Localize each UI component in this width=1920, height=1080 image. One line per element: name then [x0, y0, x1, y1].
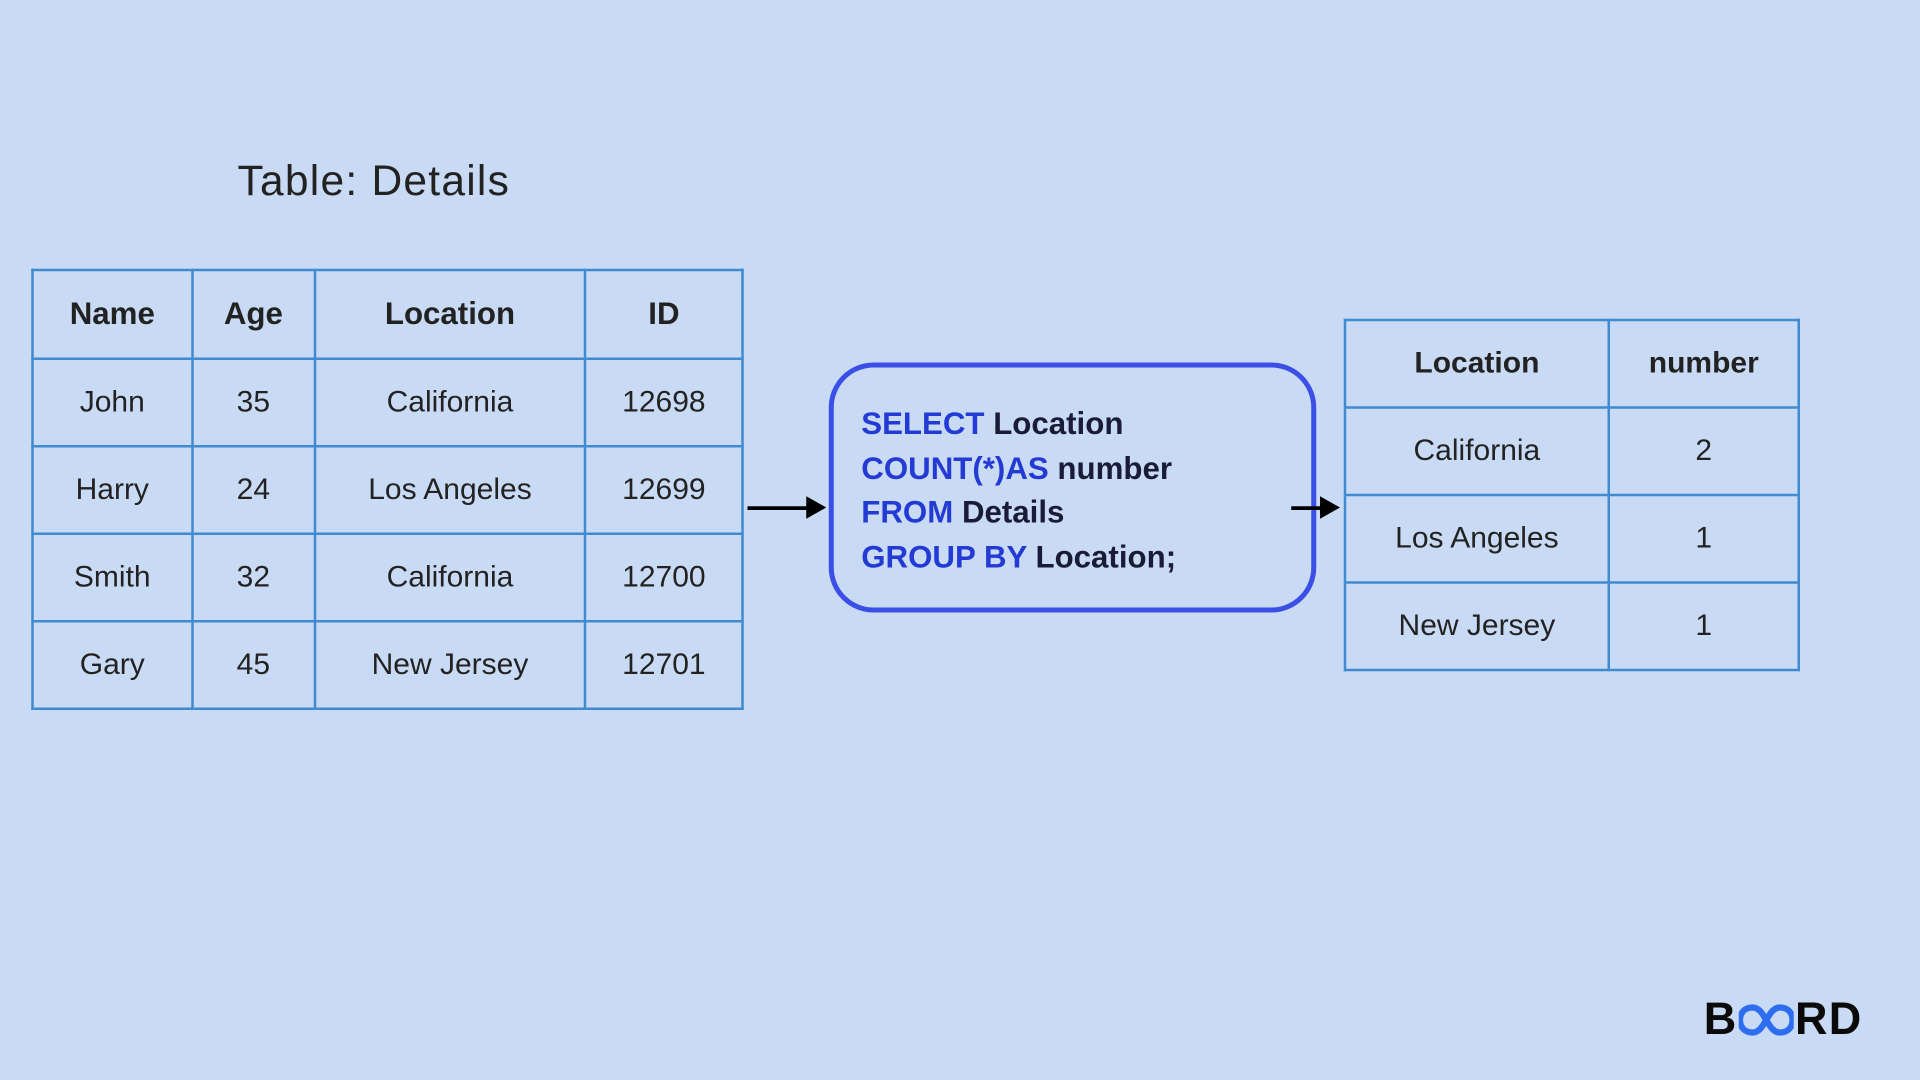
sql-line: FROM Details — [861, 491, 1286, 535]
col-id: ID — [585, 270, 742, 359]
sql-keyword: COUNT(*)AS — [861, 451, 1049, 486]
sql-text: number — [1049, 451, 1172, 486]
sql-keyword: GROUP BY — [861, 539, 1027, 574]
cell: California — [315, 534, 586, 622]
page-title: Table: Details — [238, 158, 511, 207]
brand-part2: RD — [1795, 993, 1863, 1046]
sql-line: COUNT(*)AS number — [861, 447, 1286, 491]
cell: California — [315, 359, 586, 447]
table-row: Gary 45 New Jersey 12701 — [33, 621, 743, 709]
col-location: Location — [315, 270, 586, 359]
cell: 12700 — [585, 534, 742, 622]
brand-logo: B RD — [1704, 993, 1863, 1046]
cell: New Jersey — [1345, 583, 1609, 671]
cell: John — [33, 359, 193, 447]
col-age: Age — [192, 270, 315, 359]
col-number: number — [1609, 320, 1799, 408]
cell: California — [1345, 408, 1609, 496]
cell: 1 — [1609, 495, 1799, 583]
sql-text: Location; — [1027, 539, 1176, 574]
infinity-icon — [1739, 1004, 1794, 1037]
sql-query-box: SELECT Location COUNT(*)AS number FROM D… — [829, 363, 1317, 613]
cell: Smith — [33, 534, 193, 622]
cell: 1 — [1609, 583, 1799, 671]
cell: Los Angeles — [1345, 495, 1609, 583]
cell: New Jersey — [315, 621, 586, 709]
cell: 12699 — [585, 446, 742, 534]
col-location: Location — [1345, 320, 1609, 408]
sql-keyword: SELECT — [861, 406, 984, 441]
cell: 12698 — [585, 359, 742, 447]
cell: Gary — [33, 621, 193, 709]
brand-part1: B — [1704, 993, 1738, 1046]
cell: Harry — [33, 446, 193, 534]
table-row: California 2 — [1345, 408, 1799, 496]
cell: 24 — [192, 446, 315, 534]
sql-keyword: FROM — [861, 495, 953, 530]
table-header-row: Location number — [1345, 320, 1799, 408]
cell: 32 — [192, 534, 315, 622]
table-header-row: Name Age Location ID — [33, 270, 743, 359]
sql-text: Location — [985, 406, 1124, 441]
cell: 45 — [192, 621, 315, 709]
sql-line: SELECT Location — [861, 403, 1286, 447]
table-row: New Jersey 1 — [1345, 583, 1799, 671]
table-row: John 35 California 12698 — [33, 359, 743, 447]
sql-line: GROUP BY Location; — [861, 536, 1286, 580]
cell: 35 — [192, 359, 315, 447]
cell: 12701 — [585, 621, 742, 709]
table-row: Smith 32 California 12700 — [33, 534, 743, 622]
cell: Los Angeles — [315, 446, 586, 534]
table-row: Harry 24 Los Angeles 12699 — [33, 446, 743, 534]
table-row: Los Angeles 1 — [1345, 495, 1799, 583]
details-table: Name Age Location ID John 35 California … — [31, 269, 744, 710]
cell: 2 — [1609, 408, 1799, 496]
result-table: Location number California 2 Los Angeles… — [1344, 319, 1800, 672]
col-name: Name — [33, 270, 193, 359]
sql-text: Details — [953, 495, 1064, 530]
